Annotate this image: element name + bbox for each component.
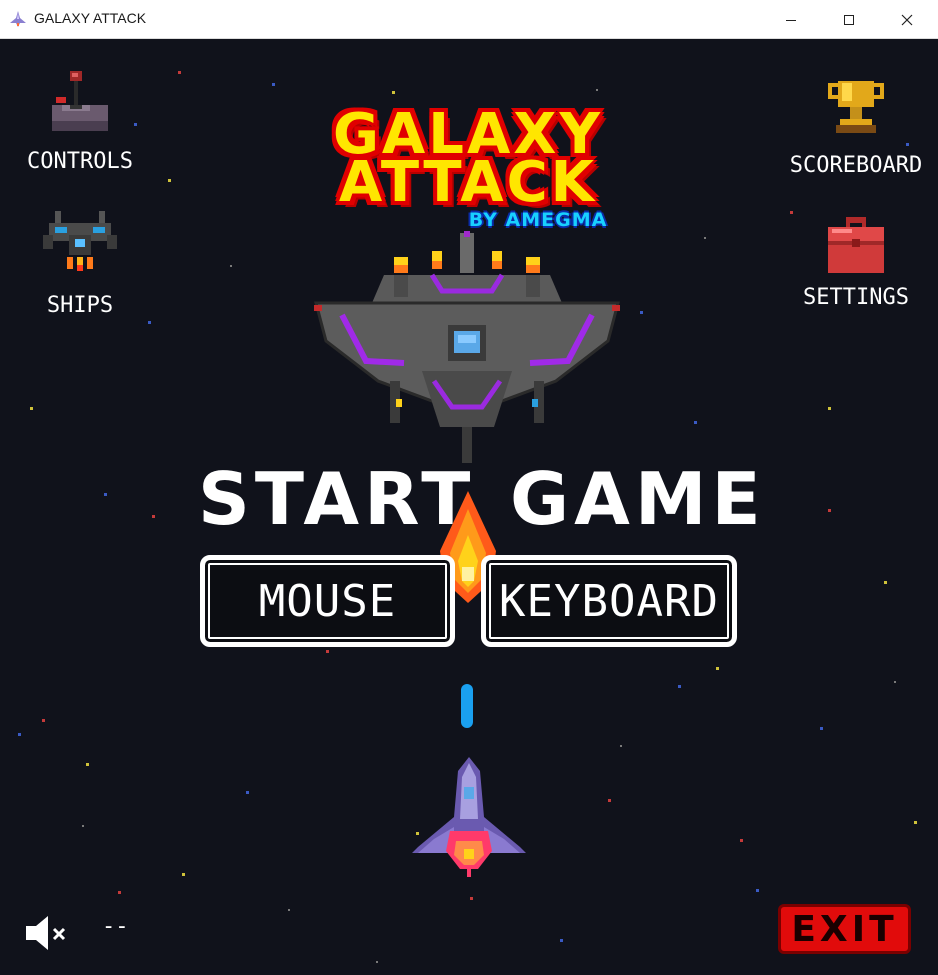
window-titlebar: GALAXY ATTACK (0, 0, 938, 39)
joystick-icon (52, 71, 108, 131)
game-word: GAME (510, 457, 766, 541)
keyboard-button-label: KEYBOARD (499, 575, 719, 627)
exit-button-label: EXIT (791, 908, 898, 950)
keyboard-button[interactable]: KEYBOARD (481, 555, 737, 647)
volume-level-indicator: -- (102, 914, 129, 939)
spaceship-icon (10, 11, 26, 27)
scoreboard-button[interactable]: SCOREBOARD (782, 77, 930, 178)
trophy-icon (828, 81, 884, 133)
ships-button[interactable]: SHIPS (30, 205, 130, 318)
minimize-icon (786, 19, 796, 21)
logo-byline: BY AMEGMA (468, 209, 608, 231)
window-title: GALAXY ATTACK (34, 10, 147, 26)
toolbox-icon (828, 217, 884, 273)
settings-button[interactable]: SETTINGS (794, 215, 918, 310)
close-icon (901, 14, 913, 25)
maximize-icon (844, 14, 854, 25)
laser-projectile (461, 684, 473, 728)
game-screen: CONTROLS SHIPS SCOREBOARD SETTINGS GALAX… (0, 39, 938, 975)
minimize-button[interactable] (762, 0, 820, 39)
controls-button[interactable]: CONTROLS (18, 69, 142, 174)
scoreboard-label: SCOREBOARD (789, 153, 923, 178)
maximize-button[interactable] (820, 0, 878, 39)
settings-label: SETTINGS (803, 285, 909, 310)
controls-label: CONTROLS (27, 149, 133, 174)
mouse-button-label: MOUSE (258, 575, 397, 627)
boss-ship-sprite (314, 231, 620, 463)
mouse-button[interactable]: MOUSE (200, 555, 455, 647)
exit-button[interactable]: EXIT (778, 904, 911, 954)
ships-label: SHIPS (46, 293, 114, 318)
player-ship-sprite (412, 757, 526, 877)
speaker-muted-icon[interactable] (22, 912, 70, 954)
logo-line-2: ATTACK (338, 150, 598, 215)
close-button[interactable] (878, 0, 936, 39)
ship-icon (43, 211, 117, 271)
